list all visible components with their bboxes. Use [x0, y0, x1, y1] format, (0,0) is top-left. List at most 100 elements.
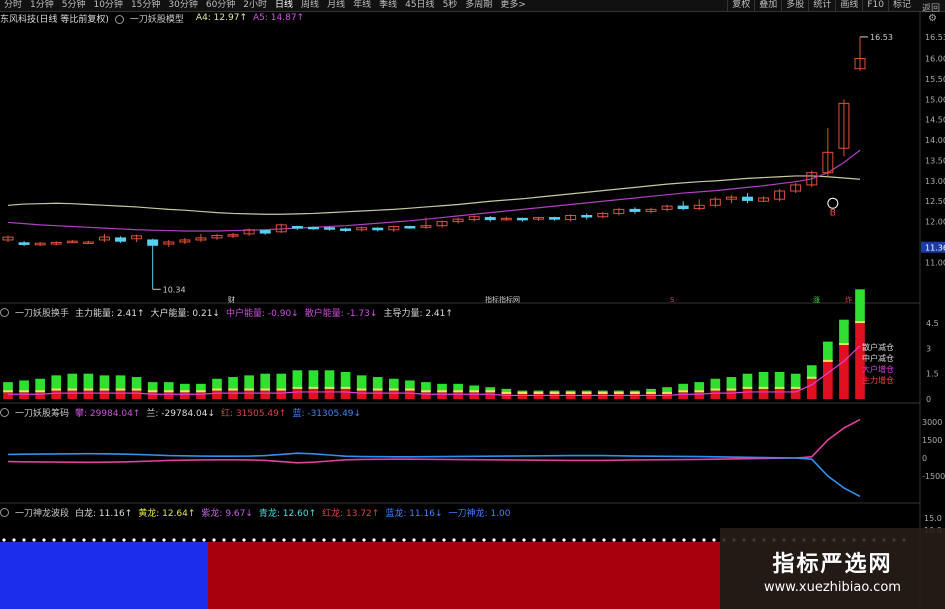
volume-red-bar: [453, 392, 463, 399]
pane2-title: 一刀妖股换手 主力能量: 2.41↑ 大户能量: 0.21↓ 中户能量: -0.90↓…: [0, 306, 459, 319]
candle-body: [259, 230, 271, 234]
settings-circle-icon[interactable]: [0, 507, 9, 517]
volume-green-bar: [228, 377, 238, 391]
volume-yellow-tick: [147, 390, 158, 393]
volume-red-bar: [115, 390, 126, 399]
volume-yellow-tick: [324, 386, 335, 389]
volume-green-bar: [806, 365, 817, 379]
buy-marker-label: B: [830, 208, 836, 218]
volume-red-bar: [597, 393, 608, 399]
pane2-axis-label: 4.5: [926, 319, 939, 328]
volume-green-bar: [35, 378, 45, 393]
volume-red-bar: [581, 393, 592, 399]
volume-green-bar: [372, 377, 383, 391]
energy-legend: 散户减仓: [862, 342, 894, 352]
volume-yellow-tick: [356, 388, 367, 391]
volume-green-bar: [51, 375, 62, 391]
price-axis-label: 14.50: [925, 116, 945, 125]
volume-red-bar: [276, 390, 287, 399]
volume-yellow-tick: [678, 390, 688, 393]
pane-value: 紫龙: 9.67↓: [201, 508, 253, 519]
volume-yellow-tick: [372, 388, 383, 391]
volume-red-bar: [67, 390, 78, 399]
volume-red-bar: [614, 393, 624, 399]
volume-green-bar: [67, 373, 78, 391]
pane-title-label: 一刀神龙波段: [15, 508, 70, 519]
price-axis-label: 13.50: [925, 156, 945, 165]
volume-red-bar: [469, 392, 480, 399]
volume-yellow-tick: [485, 390, 496, 393]
volume-red-bar: [710, 390, 721, 399]
pane-value: 红龙: 13.72↑: [322, 508, 380, 519]
volume-yellow-tick: [99, 388, 110, 391]
volume-yellow-tick: [421, 390, 431, 393]
pane2-axis-label: 0: [926, 395, 931, 404]
candle-body: [340, 228, 352, 231]
pane-value: 红: 31505.49↑: [221, 408, 287, 419]
candle-body: [629, 208, 641, 212]
low-price-label: 10.34: [163, 285, 186, 294]
watermark-url: www.xuezhibiao.com: [764, 580, 901, 595]
volume-red-bar: [292, 388, 303, 399]
watermark-title: 指标严选网: [772, 552, 893, 577]
volume-red-bar: [726, 390, 737, 399]
ma-long-line: [7, 175, 861, 215]
volume-red-bar: [421, 392, 431, 399]
volume-yellow-tick: [533, 391, 544, 394]
candle-body: [324, 227, 335, 230]
volume-red-bar: [517, 393, 528, 399]
volume-red-bar: [549, 393, 560, 399]
pane2-axis-label: 3: [926, 344, 931, 353]
pane-value: 蓝: -31305.49↓: [292, 408, 362, 419]
volume-yellow-tick: [646, 391, 656, 394]
volume-yellow-tick: [437, 390, 447, 393]
volume-yellow-tick: [67, 388, 78, 391]
volume-red-bar: [196, 392, 206, 399]
volume-green-bar: [131, 377, 142, 391]
volume-yellow-tick: [790, 386, 801, 389]
volume-yellow-tick: [196, 390, 206, 393]
volume-yellow-tick: [453, 390, 463, 393]
volume-red-bar: [694, 392, 705, 399]
pane-value: 主导力量: 2.41↑: [383, 308, 453, 319]
energy-legend: 中户减仓: [862, 353, 894, 363]
volume-yellow-tick: [501, 391, 512, 394]
price-axis-label: 15.50: [925, 75, 945, 84]
blue-dragon-band: [0, 542, 208, 609]
price-axis-label: 11.36: [925, 244, 945, 253]
volume-green-bar: [308, 370, 319, 389]
price-axis-label: 12.00: [925, 218, 945, 227]
volume-yellow-tick: [581, 391, 592, 394]
volume-green-bar: [790, 373, 801, 389]
volume-red-bar: [485, 392, 496, 399]
volume-green-bar: [324, 370, 335, 389]
pane-value: 黄龙: 12.64↑: [138, 508, 196, 519]
volume-green-bar: [726, 377, 737, 391]
settings-circle-icon[interactable]: [0, 307, 9, 317]
volume-red-bar: [260, 390, 271, 399]
volume-yellow-tick: [710, 388, 721, 391]
volume-green-bar: [855, 289, 865, 324]
pane-value: 一刀神龙: 1.00: [448, 508, 511, 519]
volume-yellow-tick: [726, 388, 737, 391]
volume-yellow-tick: [469, 390, 480, 393]
volume-green-bar: [758, 372, 769, 389]
volume-yellow-tick: [163, 390, 174, 393]
pane-value: 攀: 29984.04↑: [75, 408, 141, 419]
red-dragon-band: [208, 542, 720, 609]
candle-body: [307, 226, 319, 230]
volume-red-bar: [244, 390, 254, 399]
settings-circle-icon[interactable]: [0, 407, 9, 417]
candle-body: [115, 237, 127, 242]
volume-red-bar: [388, 390, 399, 399]
pane3-axis-label: 1500: [922, 436, 942, 445]
volume-yellow-tick: [694, 390, 705, 393]
price-axis-label: 16.00: [925, 55, 945, 64]
volume-green-bar: [244, 375, 254, 391]
volume-green-bar: [276, 373, 287, 391]
pane2-axis-label: 1.5: [926, 370, 939, 379]
volume-red-bar: [565, 393, 576, 399]
volume-yellow-tick: [244, 388, 254, 391]
volume-red-bar: [147, 392, 158, 399]
volume-yellow-tick: [405, 388, 415, 391]
